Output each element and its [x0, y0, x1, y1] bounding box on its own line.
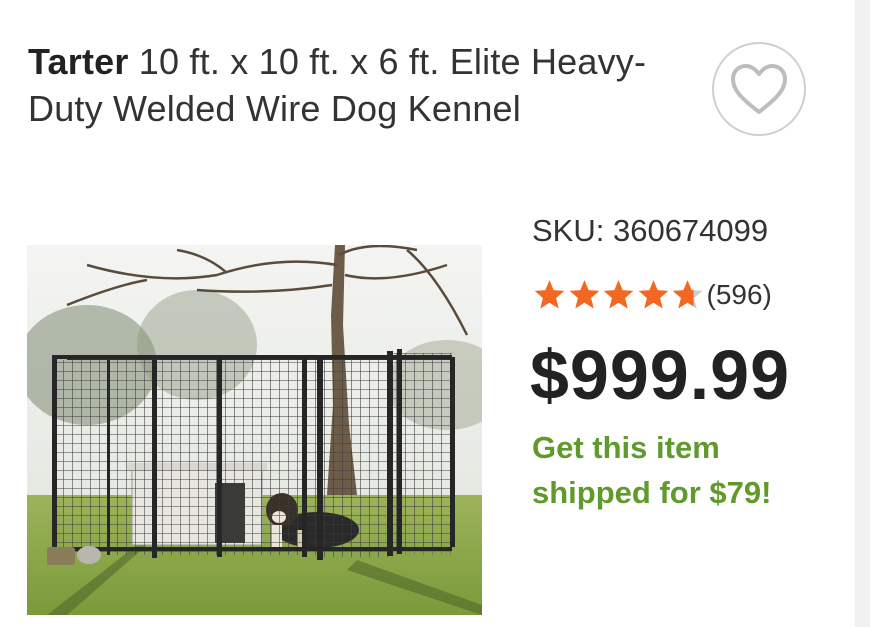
- favorite-button[interactable]: [712, 42, 806, 136]
- product-sku: SKU: 360674099: [532, 213, 769, 248]
- review-count[interactable]: (596): [707, 279, 772, 311]
- product-title: Tarter 10 ft. x 10 ft. x 6 ft. Elite Hea…: [28, 38, 668, 132]
- rating-stars: [532, 278, 705, 311]
- product-brand: Tarter: [28, 41, 129, 82]
- shipping-promo: Get this item shipped for $79!: [532, 430, 772, 510]
- heart-icon: [731, 64, 787, 114]
- star-icon: [569, 280, 599, 309]
- scrollbar-track[interactable]: [855, 0, 870, 627]
- kennel-photo: [27, 245, 482, 615]
- product-image[interactable]: [27, 245, 482, 615]
- rating[interactable]: (596): [532, 278, 772, 311]
- star-icon: [672, 280, 703, 309]
- product-price: $999.99: [530, 336, 791, 414]
- star-icon: [638, 280, 668, 309]
- star-icon: [534, 280, 565, 309]
- star-icon: [603, 280, 634, 309]
